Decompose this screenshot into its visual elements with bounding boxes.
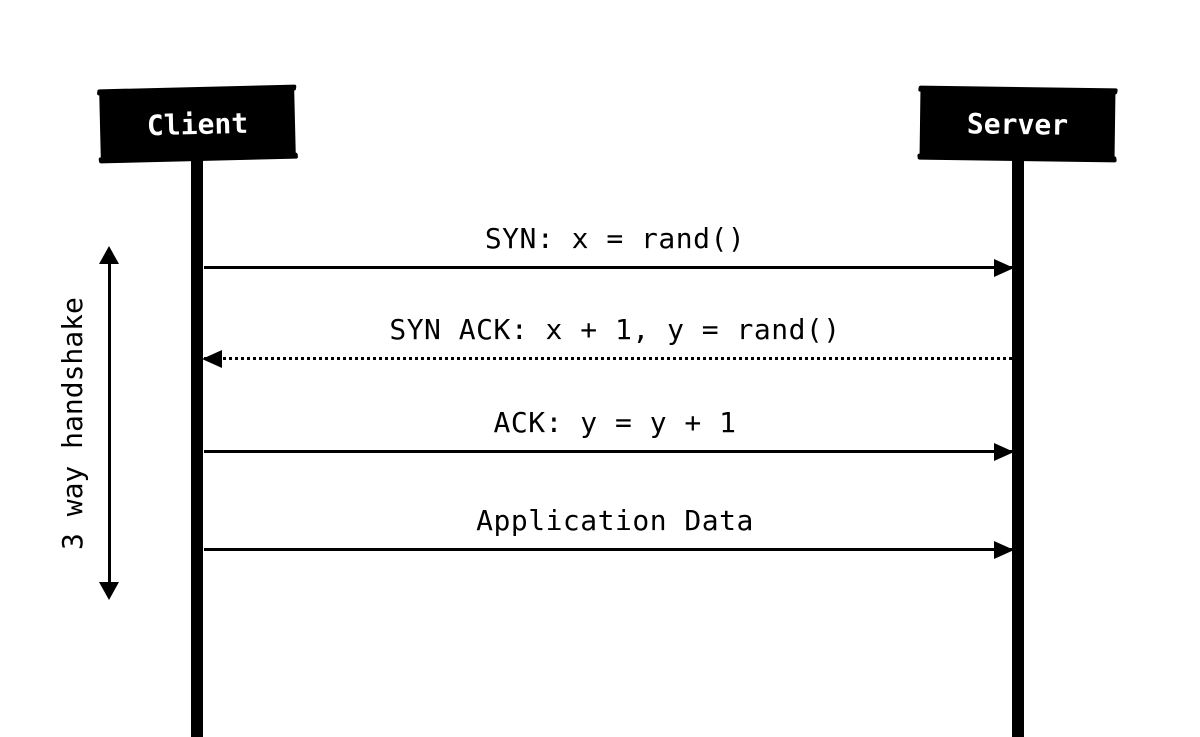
arrowhead-right-icon xyxy=(994,541,1014,559)
message-4-arrow xyxy=(204,548,1012,551)
message-4-label: Application Data xyxy=(210,504,1020,537)
arrowhead-left-icon xyxy=(202,350,222,368)
message-1-arrow xyxy=(204,266,1012,269)
bracket-label: 3 way handshake xyxy=(56,297,89,550)
server-participant-box: Server xyxy=(920,89,1116,160)
arrow-shaft xyxy=(204,450,1012,453)
message-2-label: SYN ACK: x + 1, y = rand() xyxy=(210,313,1020,346)
bracket-line xyxy=(108,260,111,587)
arrow-shaft xyxy=(204,266,1012,269)
arrowhead-right-icon xyxy=(994,259,1014,277)
sequence-diagram: Client Server SYN: x = rand() SYN ACK: x… xyxy=(0,0,1200,737)
client-label: Client xyxy=(147,106,249,141)
message-3-label: ACK: y = y + 1 xyxy=(210,406,1020,439)
server-label: Server xyxy=(967,107,1069,141)
arrow-shaft xyxy=(204,548,1012,551)
message-3-arrow xyxy=(204,450,1012,453)
message-1-label: SYN: x = rand() xyxy=(210,222,1020,255)
client-participant-box: Client xyxy=(99,88,296,161)
bracket-arrowhead-bottom-icon xyxy=(99,582,119,600)
arrow-shaft xyxy=(204,357,1012,360)
message-2-arrow xyxy=(204,357,1012,360)
arrowhead-right-icon xyxy=(994,443,1014,461)
client-lifeline xyxy=(191,155,203,737)
